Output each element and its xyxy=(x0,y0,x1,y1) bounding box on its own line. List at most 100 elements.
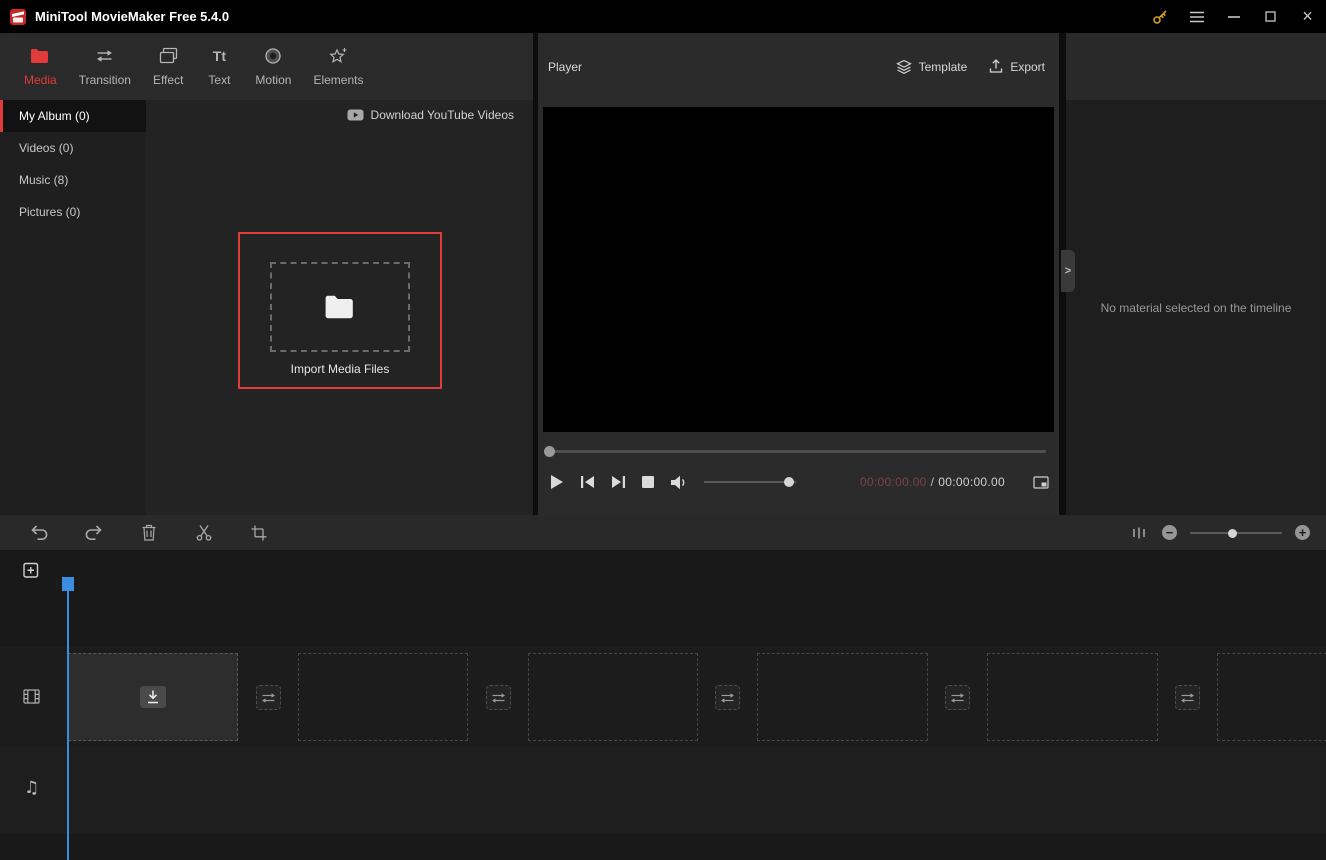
import-dashed-area xyxy=(270,262,410,352)
tab-label: Elements xyxy=(313,73,364,87)
volume-slider[interactable] xyxy=(704,475,796,489)
split-button[interactable] xyxy=(190,519,218,547)
app-title: MiniTool MovieMaker Free 5.4.0 xyxy=(35,9,230,24)
fullscreen-icon[interactable] xyxy=(1033,475,1049,489)
player-title: Player xyxy=(548,59,583,74)
transition-slot[interactable] xyxy=(486,685,511,710)
timeline-toolbar: − + xyxy=(0,515,1326,550)
menu-icon[interactable] xyxy=(1178,0,1215,33)
transition-slot[interactable] xyxy=(945,685,970,710)
clip-slot[interactable] xyxy=(1217,653,1326,741)
playhead-line xyxy=(67,578,69,860)
clip-download-icon xyxy=(140,686,166,708)
tab-label: Motion xyxy=(255,73,292,87)
zoom-out-button[interactable]: − xyxy=(1162,525,1177,540)
export-upload-icon xyxy=(989,59,1003,74)
next-frame-button[interactable] xyxy=(611,475,626,489)
crop-button[interactable] xyxy=(245,519,273,547)
delete-button[interactable] xyxy=(135,519,163,547)
import-media-label: Import Media Files xyxy=(290,362,390,376)
panel-expander-button[interactable]: > xyxy=(1061,250,1075,292)
sidebar-item-pictures[interactable]: Pictures (0) xyxy=(0,196,146,228)
sidebar-item-music[interactable]: Music (8) xyxy=(0,164,146,196)
download-youtube-button[interactable]: Download YouTube Videos xyxy=(347,108,514,122)
motion-circle-icon xyxy=(264,46,282,66)
timeline[interactable]: ♫ xyxy=(0,550,1326,860)
clip-slot[interactable] xyxy=(987,653,1158,741)
clip-slot[interactable] xyxy=(298,653,468,741)
tab-label: Effect xyxy=(152,73,184,87)
volume-slider-handle[interactable] xyxy=(784,477,794,487)
media-folder-icon xyxy=(30,46,50,66)
download-youtube-label: Download YouTube Videos xyxy=(370,108,514,122)
close-icon[interactable]: × xyxy=(1289,0,1326,33)
minimize-icon[interactable] xyxy=(1215,0,1252,33)
chevron-right-icon: > xyxy=(1064,265,1072,277)
timeline-zoom-slider[interactable] xyxy=(1190,526,1282,540)
tab-motion[interactable]: Motion xyxy=(244,33,302,100)
time-display: 00:00:00.00 / 00:00:00.00 xyxy=(860,475,1005,489)
export-label: Export xyxy=(1010,59,1045,74)
property-panel: > No material selected on the timeline xyxy=(1061,33,1326,515)
player-header-buttons: Template Export xyxy=(895,59,1045,75)
titlebar-controls: × xyxy=(1141,0,1326,33)
transition-slot[interactable] xyxy=(1175,685,1200,710)
export-button[interactable]: Export xyxy=(989,59,1045,74)
youtube-icon xyxy=(347,109,364,121)
video-preview[interactable] xyxy=(543,107,1054,432)
transition-slot[interactable] xyxy=(256,685,281,710)
clip-slot-download[interactable] xyxy=(68,653,238,741)
clip-slot[interactable] xyxy=(528,653,698,741)
effect-cards-icon xyxy=(159,46,178,66)
seek-bar[interactable] xyxy=(549,450,1046,453)
redo-button[interactable] xyxy=(80,519,108,547)
volume-icon[interactable] xyxy=(670,475,688,490)
sidebar-item-label: Pictures (0) xyxy=(19,205,81,219)
fit-timeline-icon[interactable] xyxy=(1129,519,1149,547)
audio-track-icon: ♫ xyxy=(24,778,40,798)
video-track-icon xyxy=(23,689,40,704)
tab-effect[interactable]: Effect xyxy=(142,33,194,100)
template-button[interactable]: Template xyxy=(895,59,968,75)
player-header: Player Template Export xyxy=(538,33,1059,100)
titlebar: MiniTool MovieMaker Free 5.4.0 × xyxy=(0,0,1326,33)
edit-tools xyxy=(0,519,273,547)
maximize-icon[interactable] xyxy=(1252,0,1289,33)
sidebar-item-label: Music (8) xyxy=(19,173,69,187)
library-tabstrip: Media Transition Effect Tt Text Motion E… xyxy=(0,33,533,100)
undo-button[interactable] xyxy=(25,519,53,547)
zoom-slider-handle[interactable] xyxy=(1228,528,1237,538)
current-time: 00:00:00.00 xyxy=(859,475,927,489)
app-logo-icon xyxy=(9,8,27,26)
transition-arrows-icon xyxy=(491,692,506,704)
play-button[interactable] xyxy=(550,474,564,490)
sidebar-item-label: My Album (0) xyxy=(19,109,90,123)
transition-arrows-icon xyxy=(720,692,735,704)
elements-star-icon xyxy=(328,46,348,66)
previous-frame-button[interactable] xyxy=(580,475,595,489)
sidebar-item-videos[interactable]: Videos (0) xyxy=(0,132,146,164)
tab-transition[interactable]: Transition xyxy=(68,33,142,100)
transition-arrows-icon xyxy=(950,692,965,704)
import-media-dropzone[interactable]: Import Media Files xyxy=(238,232,442,389)
zoom-tools: − + xyxy=(1129,519,1326,547)
tab-elements[interactable]: Elements xyxy=(302,33,374,100)
total-time: 00:00:00.00 xyxy=(938,475,1005,489)
template-label: Template xyxy=(918,59,968,74)
transition-arrows-icon xyxy=(96,46,113,66)
no-material-message: No material selected on the timeline xyxy=(1100,301,1292,315)
tab-text[interactable]: Tt Text xyxy=(194,33,244,100)
clip-slot[interactable] xyxy=(757,653,928,741)
playhead-handle[interactable] xyxy=(62,577,74,591)
property-panel-header xyxy=(1066,33,1326,100)
tab-label: Media xyxy=(24,73,57,87)
transition-arrows-icon xyxy=(1180,692,1195,704)
stop-button[interactable] xyxy=(642,476,654,488)
transition-slot[interactable] xyxy=(715,685,740,710)
add-to-timeline-icon[interactable] xyxy=(23,562,41,580)
license-key-icon[interactable] xyxy=(1141,0,1178,33)
seek-handle[interactable] xyxy=(544,446,555,457)
zoom-in-button[interactable]: + xyxy=(1295,525,1310,540)
tab-media[interactable]: Media xyxy=(13,33,68,100)
sidebar-item-my-album[interactable]: My Album (0) xyxy=(0,100,146,132)
